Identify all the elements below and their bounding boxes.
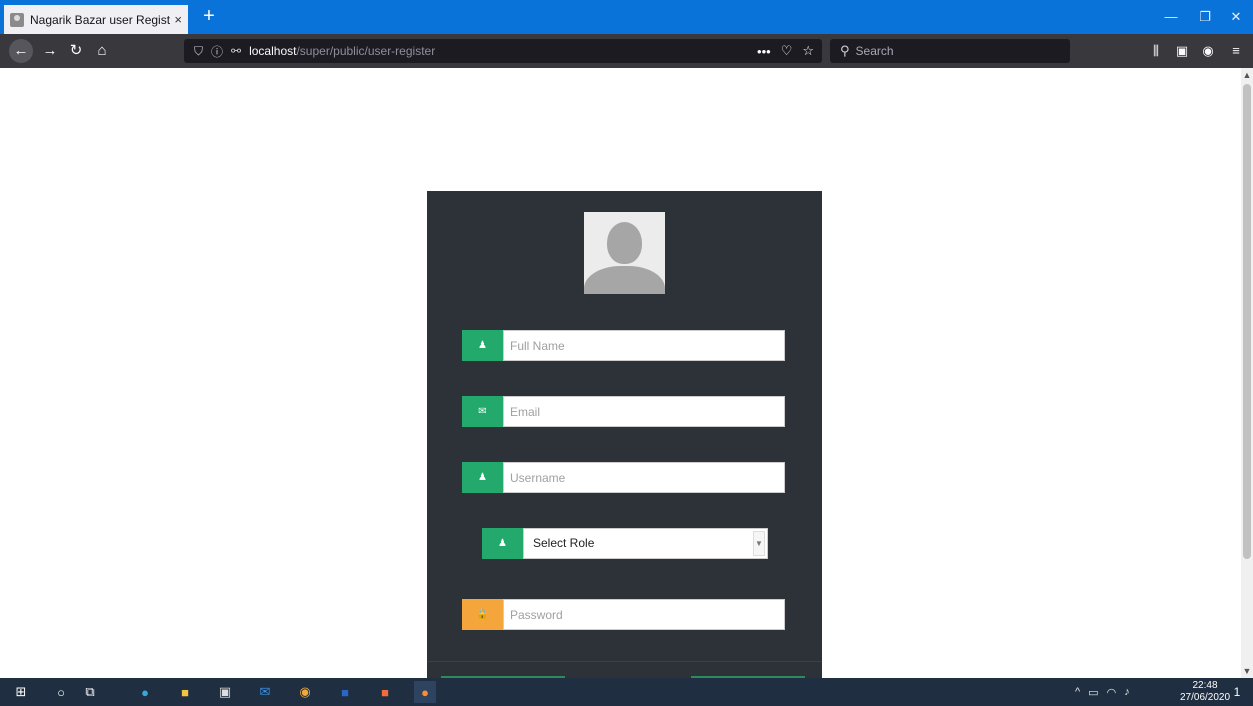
role-select-value: Select Role <box>533 536 595 550</box>
email-field: ✉ <box>462 396 785 427</box>
info-icon[interactable]: ⓘ <box>211 43 223 60</box>
clock-time: 22:48 <box>1192 680 1218 691</box>
password-input[interactable] <box>503 599 785 630</box>
word-icon[interactable]: ■ <box>334 681 356 703</box>
mail-icon[interactable]: ✉ <box>254 681 276 703</box>
card-footer <box>427 661 822 678</box>
windows-taskbar: ⊞ ○ ⧉ ● ■ ▣ ✉ ◉ ■ ■ ● ^ ▭ ◠ ♪ 22:48 27/0… <box>0 678 1253 706</box>
role-field: ♟ Select Role ▼ <box>482 528 768 559</box>
password-field: 🔒 <box>462 599 785 630</box>
back-icon[interactable]: ← <box>9 39 33 63</box>
browser-titlebar: Nagarik Bazar user Registration × + — ❐ … <box>0 0 1253 34</box>
username-field: ♟ <box>462 462 785 493</box>
navigation-toolbar: ← → ↻ ⌂ ⛉ ⓘ ⚯ localhost /super/public/us… <box>0 34 1253 68</box>
store-icon[interactable]: ▣ <box>214 681 236 703</box>
tab-close-icon[interactable]: × <box>174 12 182 27</box>
tab-favicon-icon <box>10 12 24 27</box>
lock-icon: 🔒 <box>462 599 503 630</box>
system-tray: ^ ▭ ◠ ♪ <box>1075 678 1130 706</box>
minimize-button[interactable]: — <box>1154 0 1188 34</box>
task-view-icon[interactable]: ⧉ <box>79 681 101 703</box>
battery-icon[interactable]: ▭ <box>1088 686 1098 699</box>
pocket-icon[interactable]: ♡ <box>781 43 793 59</box>
envelope-icon: ✉ <box>462 396 503 427</box>
url-path: /super/public/user-register <box>296 44 436 58</box>
reload-icon[interactable]: ↻ <box>64 39 88 63</box>
avatar-body <box>584 266 665 294</box>
chevron-down-icon[interactable]: ▼ <box>753 531 765 556</box>
address-bar[interactable]: ⛉ ⓘ ⚯ localhost /super/public/user-regis… <box>184 39 822 63</box>
library-icon[interactable]: ⫼ <box>1144 39 1168 63</box>
bookmark-star-icon[interactable]: ☆ <box>802 43 814 59</box>
username-input[interactable] <box>503 462 785 493</box>
url-host: localhost <box>249 44 297 58</box>
user-icon: ♟ <box>462 462 503 493</box>
sidebar-icon[interactable]: ▣ <box>1170 39 1194 63</box>
tab-title: Nagarik Bazar user Registration <box>30 12 171 27</box>
shield-icon[interactable]: ⛉ <box>194 44 203 59</box>
scrollbar-thumb[interactable] <box>1243 84 1251 559</box>
avatar-placeholder <box>584 212 665 294</box>
xampp-icon[interactable]: ■ <box>374 681 396 703</box>
avatar-head <box>607 222 642 264</box>
full-name-input[interactable] <box>503 330 785 361</box>
page-scrollbar[interactable]: ▲ ▼ <box>1241 68 1253 678</box>
notification-count: 1 <box>1233 685 1241 699</box>
full-name-field: ♟ <box>462 330 785 361</box>
new-tab-button[interactable]: + <box>196 3 222 29</box>
registration-card: ♟ ✉ ♟ ♟ Select Role ▼ 🔒 <box>427 191 822 678</box>
search-icon: ⚲ <box>840 43 850 58</box>
role-select[interactable]: Select Role ▼ <box>523 528 768 559</box>
windows-start-icon[interactable]: ⊞ <box>10 681 32 703</box>
home-icon[interactable]: ⌂ <box>90 39 114 63</box>
permissions-icon[interactable]: ⚯ <box>231 44 241 58</box>
page-viewport: ♟ ✉ ♟ ♟ Select Role ▼ 🔒 <box>0 68 1241 678</box>
scroll-up-icon[interactable]: ▲ <box>1241 68 1253 82</box>
chevron-up-icon[interactable]: ^ <box>1075 686 1080 698</box>
edge-icon[interactable]: ● <box>134 681 156 703</box>
page-actions-icon[interactable]: ••• <box>757 44 771 59</box>
firefox-icon[interactable]: ● <box>414 681 436 703</box>
account-icon[interactable]: ◉ <box>1196 39 1220 63</box>
restore-button[interactable]: ❐ <box>1188 0 1222 34</box>
menu-icon[interactable]: ≡ <box>1224 39 1248 63</box>
clock-date: 27/06/2020 <box>1180 692 1231 703</box>
volume-icon[interactable]: ♪ <box>1124 686 1130 698</box>
notification-icon[interactable]: 1 <box>1226 681 1248 703</box>
user-icon: ♟ <box>482 528 523 559</box>
forward-icon[interactable]: → <box>38 39 62 63</box>
tab-active[interactable]: Nagarik Bazar user Registration × <box>4 5 188 34</box>
close-window-button[interactable]: ✕ <box>1219 0 1253 34</box>
wifi-icon[interactable]: ◠ <box>1107 686 1117 699</box>
search-icon[interactable]: ○ <box>50 681 72 703</box>
search-placeholder: Search <box>855 44 894 58</box>
email-input[interactable] <box>503 396 785 427</box>
taskbar-clock[interactable]: 22:48 27/06/2020 <box>1180 680 1230 704</box>
file-explorer-icon[interactable]: ■ <box>174 681 196 703</box>
search-bar[interactable]: ⚲ Search <box>830 39 1070 63</box>
scroll-down-icon[interactable]: ▼ <box>1241 664 1253 678</box>
chrome-icon[interactable]: ◉ <box>294 681 316 703</box>
user-icon: ♟ <box>462 330 503 361</box>
